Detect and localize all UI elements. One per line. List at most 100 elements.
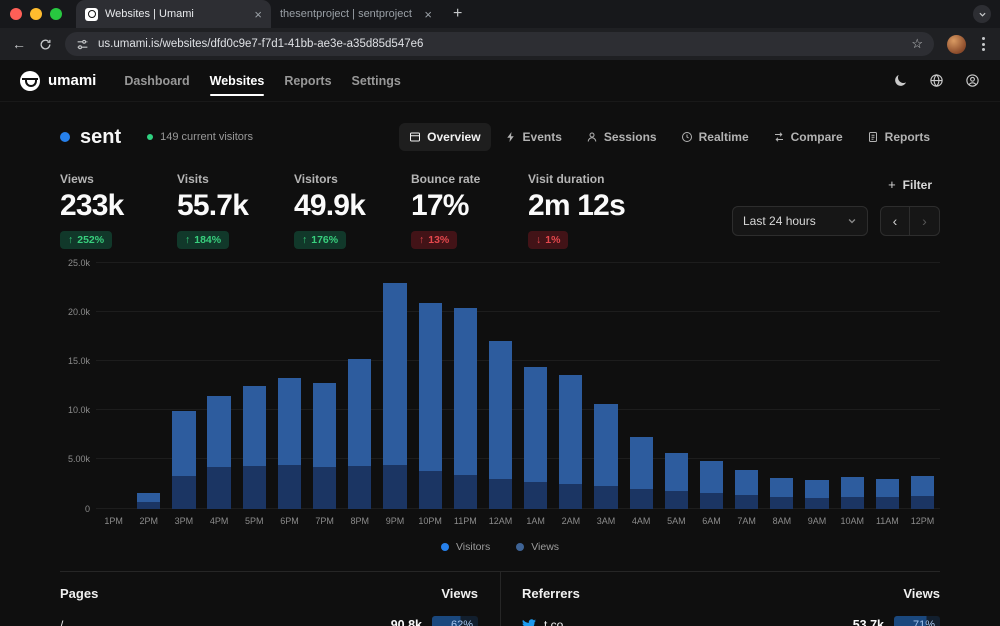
visitors-bar bbox=[841, 497, 864, 509]
tab-compare[interactable]: Compare bbox=[763, 123, 853, 151]
nav-item-settings[interactable]: Settings bbox=[342, 60, 411, 101]
legend-item-views[interactable]: Views bbox=[516, 541, 559, 553]
nav-item-reports[interactable]: Reports bbox=[274, 60, 341, 101]
date-range-select[interactable]: Last 24 hours bbox=[732, 206, 868, 236]
change-badge: ↑184% bbox=[177, 231, 229, 249]
reload-button[interactable] bbox=[39, 38, 52, 51]
bar-group-8am[interactable] bbox=[764, 263, 799, 509]
bar-group-1pm[interactable] bbox=[96, 263, 131, 509]
legend-label: Views bbox=[531, 541, 559, 553]
back-button[interactable]: ← bbox=[12, 37, 26, 51]
tab-search-button[interactable] bbox=[973, 5, 991, 23]
theme-toggle-button[interactable] bbox=[893, 73, 908, 88]
bookmark-star-icon[interactable]: ☆ bbox=[911, 36, 923, 52]
tab-events[interactable]: Events bbox=[495, 123, 572, 151]
bar-group-12am[interactable] bbox=[483, 263, 518, 509]
nav-item-websites[interactable]: Websites bbox=[200, 60, 275, 101]
bar-group-9pm[interactable] bbox=[377, 263, 412, 509]
y-axis-label: 5.00k bbox=[54, 454, 90, 464]
close-window-button[interactable] bbox=[10, 8, 22, 20]
bar-group-11pm[interactable] bbox=[448, 263, 483, 509]
metric-visits: Visits 55.7k ↑184% bbox=[177, 172, 294, 249]
browser-profile-avatar[interactable] bbox=[947, 35, 966, 54]
tab-overview[interactable]: Overview bbox=[399, 123, 490, 151]
brand-name: umami bbox=[48, 72, 96, 89]
referrer-name[interactable]: t.co bbox=[544, 618, 563, 626]
tab-reports[interactable]: Reports bbox=[857, 123, 940, 151]
language-button[interactable] bbox=[929, 73, 944, 88]
metric-label: Visitors bbox=[294, 172, 411, 186]
globe-icon bbox=[929, 73, 944, 88]
visitors-bar bbox=[630, 489, 653, 509]
bar-group-1am[interactable] bbox=[518, 263, 553, 509]
site-settings-icon[interactable] bbox=[76, 38, 89, 51]
lightning-icon bbox=[505, 131, 517, 143]
twitter-icon bbox=[522, 618, 536, 626]
visitors-bar bbox=[454, 475, 477, 508]
live-visitors-text: 149 current visitors bbox=[160, 131, 253, 143]
browser-toolbar: ← us.umami.is/websites/dfd0c9e7-f7d1-41b… bbox=[0, 28, 1000, 60]
bar-group-7am[interactable] bbox=[729, 263, 764, 509]
y-axis-label: 15.0k bbox=[54, 356, 90, 366]
bar-group-10pm[interactable] bbox=[413, 263, 448, 509]
panel-header: Pages Views bbox=[60, 586, 478, 601]
bar-group-3pm[interactable] bbox=[166, 263, 201, 509]
bar-group-3am[interactable] bbox=[588, 263, 623, 509]
bar-group-11am[interactable] bbox=[870, 263, 905, 509]
document-icon bbox=[867, 131, 879, 143]
metric-label: Views bbox=[60, 172, 177, 186]
fullscreen-window-button[interactable] bbox=[50, 8, 62, 20]
bar-group-6am[interactable] bbox=[694, 263, 729, 509]
x-axis-label: 9PM bbox=[377, 516, 412, 526]
x-axis-label: 3PM bbox=[166, 516, 201, 526]
live-visitors: 149 current visitors bbox=[147, 131, 253, 143]
url-text[interactable]: us.umami.is/websites/dfd0c9e7-f7d1-41bb-… bbox=[98, 38, 902, 50]
visitors-bar bbox=[594, 486, 617, 509]
y-axis-label: 10.0k bbox=[54, 405, 90, 415]
bar-group-10am[interactable] bbox=[835, 263, 870, 509]
chart-legend: Visitors Views bbox=[60, 541, 940, 553]
x-axis-label: 1PM bbox=[96, 516, 131, 526]
bar-group-7pm[interactable] bbox=[307, 263, 342, 509]
chevron-down-icon bbox=[978, 10, 987, 19]
browser-tab-sentproject[interactable]: thesentproject | sentproject × bbox=[271, 3, 441, 25]
bar-group-9am[interactable] bbox=[799, 263, 834, 509]
nav-item-dashboard[interactable]: Dashboard bbox=[114, 60, 199, 101]
bar-group-5pm[interactable] bbox=[237, 263, 272, 509]
previous-period-button[interactable]: ‹ bbox=[880, 206, 910, 236]
profile-button[interactable] bbox=[965, 73, 980, 88]
bar-group-8pm[interactable] bbox=[342, 263, 377, 509]
table-row[interactable]: t.co 53.7k 71% bbox=[522, 616, 940, 626]
tab-sessions[interactable]: Sessions bbox=[576, 123, 667, 151]
tab-realtime[interactable]: Realtime bbox=[671, 123, 759, 151]
visitors-bar bbox=[876, 497, 899, 509]
filter-button[interactable]: + Filter bbox=[880, 172, 940, 197]
umami-favicon-icon bbox=[85, 8, 98, 21]
bar-group-2am[interactable] bbox=[553, 263, 588, 509]
browser-menu-button[interactable] bbox=[979, 37, 988, 51]
bar-group-2pm[interactable] bbox=[131, 263, 166, 509]
new-tab-button[interactable]: + bbox=[453, 6, 462, 22]
tab-label: Realtime bbox=[699, 130, 749, 144]
bar-group-5am[interactable] bbox=[659, 263, 694, 509]
close-tab-icon[interactable]: × bbox=[424, 8, 432, 21]
bar-group-12pm[interactable] bbox=[905, 263, 940, 509]
bar-group-4pm[interactable] bbox=[202, 263, 237, 509]
table-row[interactable]: / 90.8k 62% bbox=[60, 616, 478, 626]
bar-group-4am[interactable] bbox=[624, 263, 659, 509]
legend-item-visitors[interactable]: Visitors bbox=[441, 541, 490, 553]
minimize-window-button[interactable] bbox=[30, 8, 42, 20]
bar-group-6pm[interactable] bbox=[272, 263, 307, 509]
tab-strip: Websites | Umami × thesentproject | sent… bbox=[0, 0, 1000, 28]
next-period-button[interactable]: › bbox=[910, 206, 940, 236]
page-name[interactable]: / bbox=[60, 618, 63, 626]
umami-brand[interactable]: umami bbox=[20, 71, 96, 91]
browser-tab-websites[interactable]: Websites | Umami × bbox=[76, 0, 271, 28]
percent-bar: 71% bbox=[894, 616, 940, 626]
close-tab-icon[interactable]: × bbox=[254, 8, 262, 21]
live-dot-icon bbox=[147, 134, 153, 140]
x-axis-label: 7AM bbox=[729, 516, 764, 526]
legend-dot-views bbox=[516, 543, 524, 551]
address-bar[interactable]: us.umami.is/websites/dfd0c9e7-f7d1-41bb-… bbox=[65, 32, 934, 56]
trend-arrow-icon: ↑ bbox=[185, 234, 190, 246]
